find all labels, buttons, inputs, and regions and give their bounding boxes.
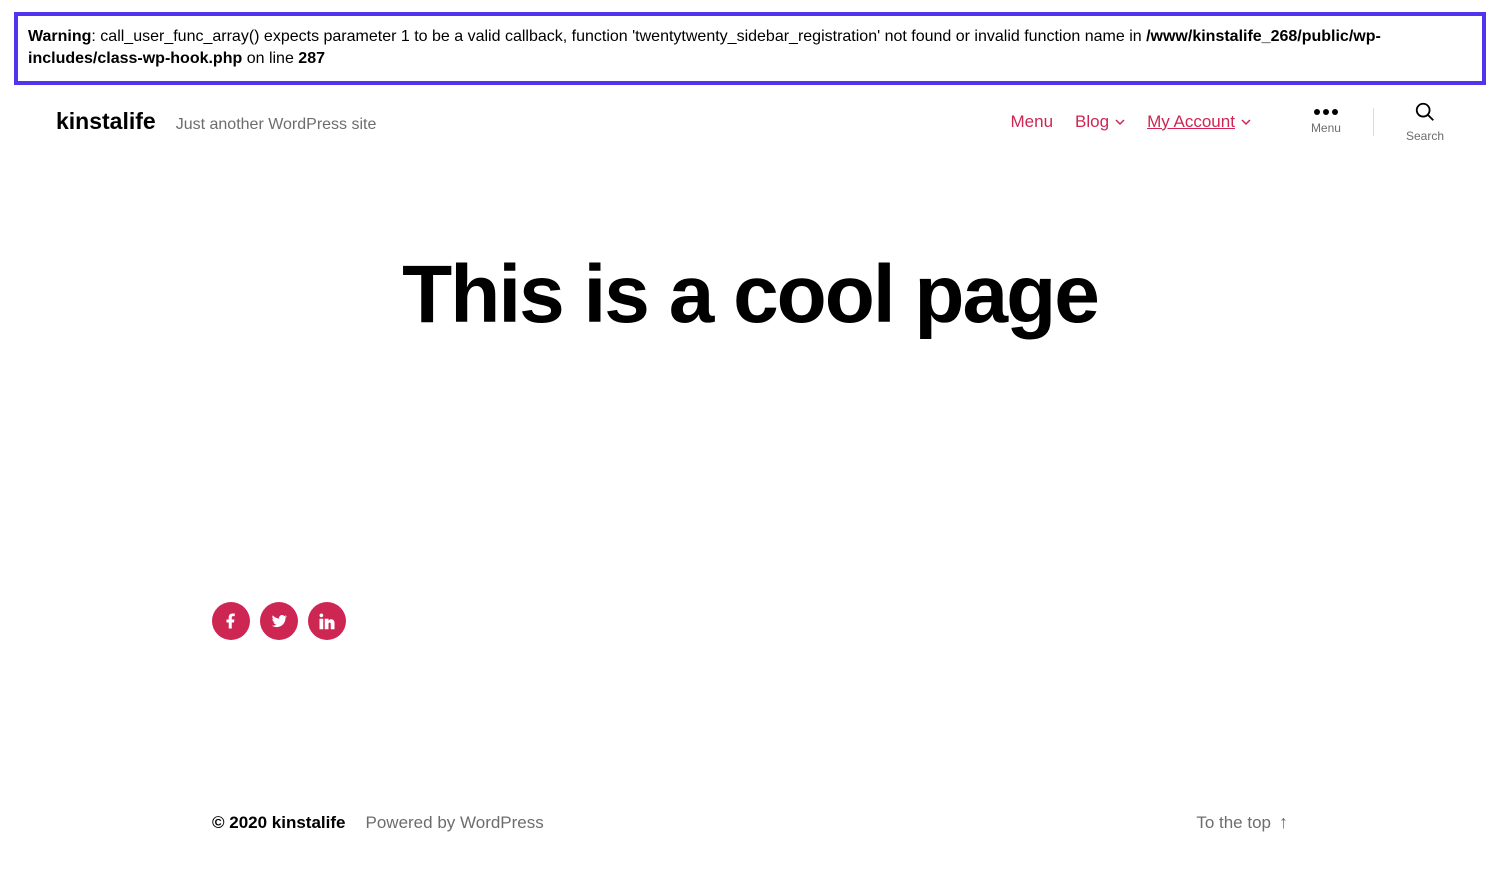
nav-my-account-label: My Account <box>1147 112 1235 132</box>
social-links <box>212 602 1500 640</box>
to-top-label: To the top <box>1196 813 1271 833</box>
warning-on-line: on line <box>242 50 298 67</box>
linkedin-icon <box>318 612 336 630</box>
arrow-up-icon: ↑ <box>1279 812 1288 833</box>
ellipsis-icon <box>1314 109 1338 115</box>
twitter-button[interactable] <box>260 602 298 640</box>
nav-menu-label: Menu <box>1011 112 1054 132</box>
warning-message: : call_user_func_array() expects paramet… <box>91 28 1146 45</box>
nav-blog[interactable]: Blog <box>1075 112 1125 132</box>
site-footer: © 2020 kinstalife Powered by WordPress T… <box>0 812 1500 833</box>
footer-left: © 2020 kinstalife Powered by WordPress <box>212 813 544 833</box>
warning-label: Warning <box>28 28 91 45</box>
warning-line-number: 287 <box>298 50 325 67</box>
menu-toggle-label: Menu <box>1311 121 1341 135</box>
header-right: Menu Blog My Account Menu Search <box>1011 101 1445 143</box>
primary-nav: Menu Blog My Account <box>1011 112 1251 132</box>
chevron-down-icon <box>1241 117 1251 127</box>
header-divider <box>1373 108 1374 136</box>
header-left: kinstalife Just another WordPress site <box>56 108 376 135</box>
search-toggle-button[interactable]: Search <box>1406 101 1444 143</box>
to-top-button[interactable]: To the top ↑ <box>1196 812 1288 833</box>
site-header: kinstalife Just another WordPress site M… <box>0 91 1500 153</box>
nav-menu[interactable]: Menu <box>1011 112 1054 132</box>
search-toggle-label: Search <box>1406 129 1444 143</box>
twitter-icon <box>270 612 288 630</box>
linkedin-button[interactable] <box>308 602 346 640</box>
nav-blog-label: Blog <box>1075 112 1109 132</box>
site-title[interactable]: kinstalife <box>56 108 156 135</box>
facebook-icon <box>222 612 240 630</box>
facebook-button[interactable] <box>212 602 250 640</box>
page-title: This is a cool page <box>0 248 1500 342</box>
copyright-text: © 2020 kinstalife <box>212 813 346 833</box>
search-icon <box>1414 101 1436 123</box>
site-tagline: Just another WordPress site <box>176 116 377 134</box>
chevron-down-icon <box>1115 117 1125 127</box>
php-warning-banner: Warning: call_user_func_array() expects … <box>14 12 1486 85</box>
menu-toggle-button[interactable]: Menu <box>1311 109 1341 135</box>
powered-by-text[interactable]: Powered by WordPress <box>366 813 544 833</box>
nav-my-account[interactable]: My Account <box>1147 112 1251 132</box>
